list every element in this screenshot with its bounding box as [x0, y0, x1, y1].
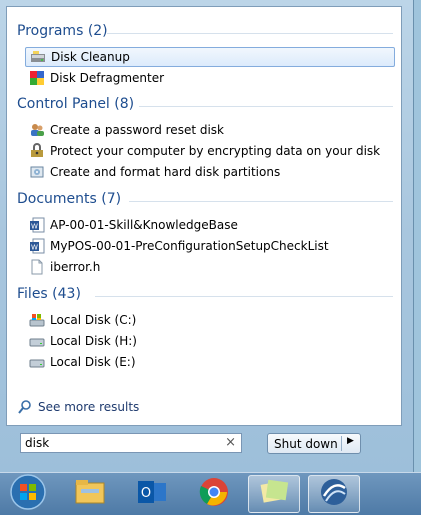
- start-menu-bottom-bar: × Shut down ▶: [6, 425, 402, 466]
- divider: [129, 201, 393, 202]
- shutdown-label: Shut down: [274, 437, 338, 451]
- taskbar-app[interactable]: [308, 475, 360, 513]
- taskbar-sticky-notes[interactable]: [248, 475, 300, 513]
- result-local-disk-c[interactable]: Local Disk (C:): [25, 310, 395, 330]
- clear-search-icon[interactable]: ×: [225, 435, 236, 450]
- search-results-pane: Programs (2) Disk Cleanup Disk Defragmen…: [6, 6, 402, 426]
- result-encrypt-disk[interactable]: Protect your computer by encrypting data…: [25, 141, 395, 161]
- start-button[interactable]: [2, 473, 54, 515]
- result-create-password-reset-disk[interactable]: Create a password reset disk: [25, 120, 395, 140]
- start-menu: Programs (2) Disk Cleanup Disk Defragmen…: [0, 0, 414, 472]
- section-header-documents[interactable]: Documents (7): [17, 191, 121, 207]
- result-label: Create a password reset disk: [50, 123, 224, 137]
- result-local-disk-e[interactable]: Local Disk (E:): [25, 352, 395, 372]
- search-field[interactable]: ×: [20, 433, 242, 453]
- svg-text:W: W: [31, 244, 38, 252]
- sticky-notes-icon: [258, 477, 290, 511]
- result-label: Local Disk (E:): [50, 355, 136, 369]
- text-file-icon: [29, 259, 45, 275]
- see-more-label: See more results: [38, 400, 140, 414]
- taskbar: O: [0, 472, 421, 515]
- word-document-icon: W: [29, 217, 45, 233]
- word-document-icon: W: [29, 238, 45, 254]
- result-label: AP-00-01-Skill&KnowledgeBase: [50, 218, 238, 232]
- result-label: MyPOS-00-01-PreConfigurationSetupCheckLi…: [50, 239, 329, 253]
- bitlocker-icon: [29, 143, 45, 159]
- divider: [107, 33, 393, 34]
- search-icon: [17, 399, 33, 415]
- file-explorer-icon: [73, 477, 107, 511]
- result-document-mypos[interactable]: W MyPOS-00-01-PreConfigurationSetupCheck…: [25, 236, 395, 256]
- start-orb-icon: [9, 473, 47, 515]
- disk-cleanup-icon: [30, 49, 46, 65]
- shutdown-options-arrow-icon[interactable]: ▶: [347, 436, 354, 446]
- search-input[interactable]: [25, 436, 215, 450]
- result-label: Local Disk (C:): [50, 313, 137, 327]
- outlook-icon: O: [136, 476, 168, 512]
- divider: [95, 296, 393, 297]
- result-disk-cleanup[interactable]: Disk Cleanup: [25, 47, 395, 67]
- result-label: Disk Cleanup: [51, 50, 130, 64]
- result-label: iberror.h: [50, 260, 101, 274]
- chrome-icon: [198, 476, 230, 512]
- see-more-results-link[interactable]: See more results: [17, 399, 139, 415]
- svg-text:O: O: [141, 486, 151, 501]
- hard-drive-icon: [29, 333, 45, 349]
- app-swirl-icon: [318, 476, 350, 512]
- result-label: Create and format hard disk partitions: [50, 165, 281, 179]
- result-label: Disk Defragmenter: [50, 71, 165, 85]
- result-label: Protect your computer by encrypting data…: [50, 144, 381, 158]
- taskbar-outlook[interactable]: O: [126, 475, 178, 513]
- section-header-programs[interactable]: Programs (2): [17, 23, 108, 39]
- result-local-disk-h[interactable]: Local Disk (H:): [25, 331, 395, 351]
- taskbar-chrome[interactable]: [188, 475, 240, 513]
- system-drive-icon: [29, 312, 45, 328]
- result-disk-partitions[interactable]: Create and format hard disk partitions: [25, 162, 395, 182]
- divider: [341, 436, 342, 451]
- divider: [139, 106, 393, 107]
- result-disk-defragmenter[interactable]: Disk Defragmenter: [25, 68, 395, 88]
- section-header-files[interactable]: Files (43): [17, 286, 81, 302]
- hard-drive-icon: [29, 354, 45, 370]
- taskbar-file-explorer[interactable]: [64, 475, 116, 513]
- svg-text:W: W: [31, 223, 38, 231]
- result-document-ap[interactable]: W AP-00-01-Skill&KnowledgeBase: [25, 215, 395, 235]
- disk-defragmenter-icon: [29, 70, 45, 86]
- result-document-iberror[interactable]: iberror.h: [25, 257, 395, 277]
- disk-management-icon: [29, 164, 45, 180]
- result-label: Local Disk (H:): [50, 334, 137, 348]
- section-header-control-panel[interactable]: Control Panel (8): [17, 96, 134, 112]
- users-icon: [29, 122, 45, 138]
- shutdown-button[interactable]: Shut down ▶: [267, 433, 361, 454]
